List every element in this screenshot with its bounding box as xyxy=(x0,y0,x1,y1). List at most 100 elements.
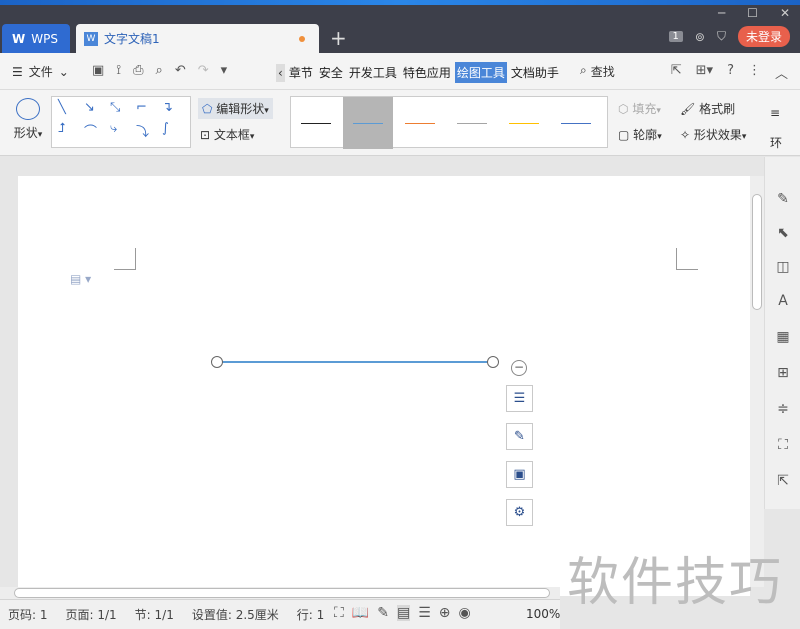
table-icon[interactable]: ▦ xyxy=(773,329,793,349)
tab-wps-home[interactable]: W WPS xyxy=(2,24,70,53)
status-pages: 页面: 1/1 xyxy=(65,608,117,622)
freeform-curve-icon[interactable]: ∫ xyxy=(162,121,186,144)
layout-options-button[interactable]: ☰ xyxy=(506,385,533,412)
elbow-connector-icon[interactable]: ⌐ xyxy=(136,100,160,119)
file-menu[interactable]: ☰ 文件 ⌄ xyxy=(12,63,69,80)
line-style-orange[interactable] xyxy=(395,97,445,149)
print-icon[interactable]: ⎙ xyxy=(133,63,143,78)
save-icon[interactable]: ▣ xyxy=(92,63,104,78)
format-painter-icon[interactable]: ⟟ xyxy=(116,63,121,78)
line-style-dark-blue[interactable] xyxy=(551,97,601,149)
print-preview-icon[interactable]: ⌕ xyxy=(156,63,163,78)
float-toolbar-collapse-button[interactable]: − xyxy=(511,360,527,376)
maximize-button[interactable]: ☐ xyxy=(747,6,758,20)
tab-doc-assistant[interactable]: 文档助手 xyxy=(509,62,561,83)
shape-label: 形状 xyxy=(13,126,38,140)
close-button[interactable]: ✕ xyxy=(780,6,790,20)
watermark-text: 软件技巧 xyxy=(567,553,784,613)
line-style-swatch xyxy=(509,123,539,124)
line-style-gold[interactable] xyxy=(499,97,549,149)
curved-connector-icon[interactable]: ⌒ xyxy=(84,121,108,144)
fill-button[interactable]: ⬡ 填充▾ xyxy=(618,100,661,117)
more-icon[interactable]: ▾ xyxy=(221,63,228,78)
elbow-arrow-connector-icon[interactable]: ↴ xyxy=(162,100,186,119)
line-end-handle[interactable] xyxy=(487,356,499,368)
tab-document[interactable]: W 文字文稿1 xyxy=(76,24,319,53)
margin-corner-top-right xyxy=(676,248,698,270)
line-style-blue[interactable] xyxy=(343,97,393,149)
tab-security[interactable]: 安全 xyxy=(317,62,345,83)
settings-sliders-icon[interactable]: ≑ xyxy=(773,401,793,421)
line-style-gray[interactable] xyxy=(447,97,497,149)
arrow-line-icon[interactable]: ↘ xyxy=(84,100,108,119)
apps-grid-icon[interactable]: ⊞ xyxy=(773,365,793,385)
page-view-icon[interactable]: ▤ xyxy=(396,605,411,621)
status-page-number: 页码: 1 xyxy=(8,608,48,622)
shape-settings-button[interactable]: ⚙ xyxy=(506,499,533,526)
vertical-scrollbar[interactable] xyxy=(750,176,764,587)
curved-double-arrow-icon[interactable]: ⤵ xyxy=(136,121,160,144)
drawn-line-shape[interactable] xyxy=(216,361,496,363)
skin-icon[interactable]: ⊚ xyxy=(695,30,705,44)
share-export-icon[interactable]: ⇱ xyxy=(773,473,793,493)
vertical-scroll-thumb[interactable] xyxy=(752,194,762,310)
undo-icon[interactable]: ↶ xyxy=(175,63,186,78)
layout-options-icon: ☰ xyxy=(513,391,526,406)
shape-effects-button[interactable]: ✧ 形状效果▾ xyxy=(680,126,746,143)
document-page[interactable]: ▤ ▾ − ☰ ✎ ▣ ⚙ xyxy=(18,176,750,596)
pointer-icon[interactable]: ⬉ xyxy=(773,225,793,245)
pen-icon[interactable]: ✎ xyxy=(773,191,793,211)
line-style-black[interactable] xyxy=(291,97,341,149)
paragraph-layout-icon[interactable]: ▤ ▾ xyxy=(70,272,91,286)
text-style-icon[interactable]: A xyxy=(773,293,793,313)
horizontal-scroll-thumb[interactable] xyxy=(14,588,550,598)
find-button[interactable]: ⌕ 查找 xyxy=(580,63,615,80)
notification-badge[interactable]: 1 xyxy=(668,31,683,42)
elbow-double-arrow-icon[interactable]: ⮥ xyxy=(58,121,82,144)
shape-button[interactable]: 形状▾ xyxy=(10,98,46,141)
wrap-text-button[interactable]: ≡ 环 xyxy=(770,98,790,158)
textbox-icon: ⊡ xyxy=(200,128,211,142)
tab-section[interactable]: 章节 xyxy=(287,62,315,83)
edit-shape-button[interactable]: ⬠ 编辑形状▾ xyxy=(198,98,273,119)
tab-developer[interactable]: 开发工具 xyxy=(347,62,399,83)
eye-protection-icon[interactable]: ◉ xyxy=(459,605,471,621)
right-side-panel: ✎ ⬉ ◫ A ▦ ⊞ ≑ ⛶ ⇱ xyxy=(764,157,800,509)
more-options-icon[interactable]: ⋮ xyxy=(748,63,761,82)
format-brush-button[interactable]: 🖌 格式刷 xyxy=(680,100,735,117)
outline-icon: ▢ xyxy=(618,128,630,142)
login-button[interactable]: 未登录 xyxy=(737,26,790,47)
cloud-icon[interactable]: ⊞▾ xyxy=(696,63,713,82)
outline-button[interactable]: ▢ 轮廓▾ xyxy=(618,126,662,143)
shape-style-button[interactable]: ✎ xyxy=(506,423,533,450)
line-style-swatch xyxy=(353,123,383,124)
horizontal-scrollbar[interactable] xyxy=(0,587,560,599)
format-brush-label: 格式刷 xyxy=(699,102,736,116)
share-icon[interactable]: ⇱ xyxy=(671,63,682,82)
annotate-icon[interactable]: ✎ xyxy=(377,605,389,621)
reading-mode-icon[interactable]: 📖 xyxy=(352,605,369,621)
minimize-button[interactable]: ─ xyxy=(718,6,725,20)
line-start-handle[interactable] xyxy=(211,356,223,368)
help-icon[interactable]: ? xyxy=(727,63,734,82)
tab-drawing-tools[interactable]: 绘图工具 xyxy=(454,62,507,83)
redo-icon[interactable]: ↷ xyxy=(198,63,209,78)
fullscreen-icon[interactable]: ⛶ xyxy=(334,605,344,621)
web-view-icon[interactable]: ⊕ xyxy=(439,605,451,621)
tab-special-apps[interactable]: 特色应用 xyxy=(401,62,453,83)
shapes-icon[interactable]: ◫ xyxy=(773,259,793,279)
shirt-icon[interactable]: ⛉ xyxy=(717,29,726,44)
textbox-button[interactable]: ⊡ 文本框▾ xyxy=(200,126,254,143)
curved-arrow-connector-icon[interactable]: ⤷ xyxy=(110,121,134,144)
document-area: ▤ ▾ − ☰ ✎ ▣ ⚙ xyxy=(0,157,764,596)
line-shape-icon[interactable]: ╲ xyxy=(58,100,82,119)
outline-view-icon[interactable]: ☰ xyxy=(418,605,431,621)
new-tab-button[interactable]: + xyxy=(330,26,347,50)
image-icon[interactable]: ⛶ xyxy=(773,437,793,457)
zoom-level[interactable]: 100% xyxy=(526,607,560,621)
shape-outline-button[interactable]: ▣ xyxy=(506,461,533,488)
collapse-ribbon-icon[interactable]: ︿ xyxy=(775,63,788,82)
scroll-left-icon[interactable]: ‹ xyxy=(276,63,285,82)
double-arrow-line-icon[interactable]: ⤡ xyxy=(110,100,134,119)
title-bar: W WPS W 文字文稿1 + ─ ☐ ✕ 1 ⊚ ⛉ 未登录 xyxy=(0,0,800,53)
